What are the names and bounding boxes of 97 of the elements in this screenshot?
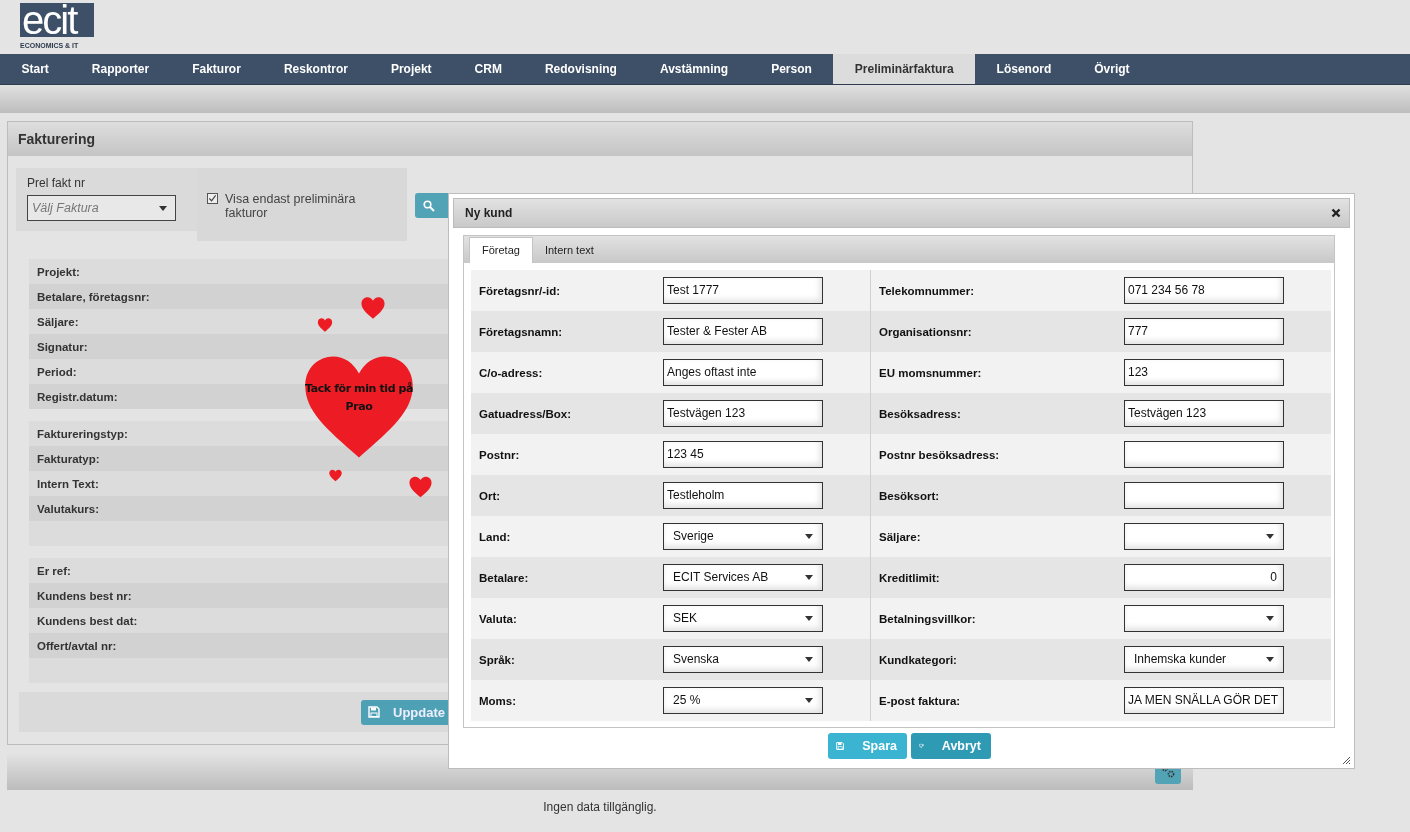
field-label: Besöksort: [879, 489, 941, 502]
input-field[interactable]: 0 [1124, 564, 1284, 591]
nav-tab[interactable]: Avstämning [638, 54, 750, 84]
input-field[interactable]: 123 [1124, 359, 1284, 386]
field-label: Säljare: [879, 530, 922, 543]
field-label: Postnr besöksadress: [879, 448, 1001, 461]
caret-icon [1266, 616, 1274, 621]
nav-tab[interactable]: Person [749, 54, 834, 84]
input-field[interactable]: 071 234 56 78 [1124, 277, 1284, 304]
nav-tab[interactable]: Rapporter [70, 54, 171, 84]
field-label: Land: [479, 530, 512, 543]
nav-tab[interactable]: CRM [453, 54, 524, 84]
field-label: Faktureringstyp: [37, 427, 128, 440]
close-icon [1331, 208, 1341, 218]
input-field[interactable]: Test 1777 [663, 277, 823, 304]
checkbox-label: Visa endast preliminära fakturor [225, 192, 357, 220]
caret-icon [805, 616, 813, 621]
nav-tab[interactable]: Start [0, 54, 71, 84]
nav-tab[interactable]: Övrigt [1072, 54, 1152, 84]
input-field[interactable]: 777 [1124, 318, 1284, 345]
dropdown[interactable] [1124, 605, 1284, 632]
empty-message: Ingen data tillgänglig. [542, 800, 658, 814]
invoice-select[interactable]: Välj Faktura [27, 195, 176, 221]
dropdown[interactable]: Inhemska kunder [1124, 646, 1284, 673]
field-label: Kundens best nr: [37, 589, 132, 602]
field-label: Intern Text: [37, 477, 99, 490]
field-label: Kundkategori: [879, 653, 958, 666]
input-field[interactable]: Testvägen 123 [663, 400, 823, 427]
dropdown[interactable] [1124, 523, 1284, 550]
heart-icon [409, 474, 432, 500]
search-icon [423, 199, 435, 212]
input-field[interactable]: Anges oftast inte [663, 359, 823, 386]
dropdown[interactable]: SEK [663, 605, 823, 632]
nav-tab[interactable]: Preliminärfaktura [833, 54, 976, 84]
field-label: Organisationsnr: [879, 325, 973, 338]
heart-icon [361, 295, 385, 321]
field-label: Ort: [479, 489, 502, 502]
tab[interactable]: Företag [469, 237, 533, 263]
logo-wordmark: ecit [20, 3, 94, 37]
field-label: Kreditlimit: [879, 571, 941, 584]
field-label: Telekomnummer: [879, 284, 975, 297]
field-label: Företagsnamn: [479, 325, 564, 338]
field-label: Språk: [479, 653, 516, 666]
dropdown[interactable]: 25 % [663, 687, 823, 714]
field-label: Prel fakt nr [27, 176, 87, 190]
field-label: Valutakurs: [37, 502, 99, 515]
caret-icon [805, 575, 813, 580]
input-field[interactable] [1124, 441, 1284, 468]
panel-title: Fakturering [8, 122, 1192, 156]
dropdown[interactable]: Sverige [663, 523, 823, 550]
field-label: Besöksadress: [879, 407, 962, 420]
field-label: E-post faktura: [879, 694, 962, 707]
nav-tab[interactable]: Fakturor [170, 54, 263, 84]
note-text: Tack för min tid på Prao [303, 381, 415, 415]
field-label: EU momsnummer: [879, 366, 983, 379]
nav-tab[interactable]: Redovisning [523, 54, 639, 84]
caret-icon [1266, 657, 1274, 662]
caret-icon [159, 205, 167, 211]
checkbox[interactable] [207, 193, 218, 204]
field-label: Betalare: [479, 571, 530, 584]
input-field[interactable]: Testleholm [663, 482, 823, 509]
input-field[interactable]: JA MEN SNÄLLA GÖR DET [1124, 687, 1284, 714]
input-field[interactable]: 123 45 [663, 441, 823, 468]
field-label: Betalningsvillkor: [879, 612, 977, 625]
field-label: Säljare: [37, 315, 79, 328]
dropdown[interactable]: ECIT Services AB [663, 564, 823, 591]
field-label: C/o-adress: [479, 366, 544, 379]
field-label: Projekt: [37, 265, 80, 278]
field-label: Betalare, företagsnr: [37, 290, 150, 303]
field-label: Postnr: [479, 448, 521, 461]
resize-grip-icon [1341, 755, 1351, 765]
floppy-icon [836, 740, 845, 752]
field-label: Er ref: [37, 564, 71, 577]
field-label: Signatur: [37, 340, 88, 353]
field-label: Företagsnr/-id: [479, 284, 562, 297]
nav-tab[interactable]: Projekt [369, 54, 454, 84]
field-label: Fakturatyp: [37, 452, 100, 465]
field-label: Registr.datum: [37, 390, 118, 403]
heart-icon [329, 468, 342, 483]
nav-tab[interactable]: Reskontror [262, 54, 370, 84]
input-field[interactable]: Tester & Fester AB [663, 318, 823, 345]
field-label: Kundens best dat: [37, 614, 138, 627]
floppy-icon [368, 706, 380, 718]
field-label: Gatuadress/Box: [479, 407, 573, 420]
caret-icon [805, 534, 813, 539]
caret-icon [805, 698, 813, 703]
input-field[interactable] [1124, 482, 1284, 509]
field-label: Valuta: [479, 612, 518, 625]
heart-icon [316, 318, 334, 332]
dropdown[interactable]: Svenska [663, 646, 823, 673]
tab[interactable]: Intern text [532, 238, 606, 263]
nav-tab[interactable]: Lösenord [975, 54, 1073, 84]
field-label: Offert/avtal nr: [37, 639, 117, 652]
caret-icon [1266, 534, 1274, 539]
dialog-title: Ny kund [465, 206, 513, 220]
input-field[interactable]: Testvägen 123 [1124, 400, 1284, 427]
field-label: Period: [37, 365, 77, 378]
